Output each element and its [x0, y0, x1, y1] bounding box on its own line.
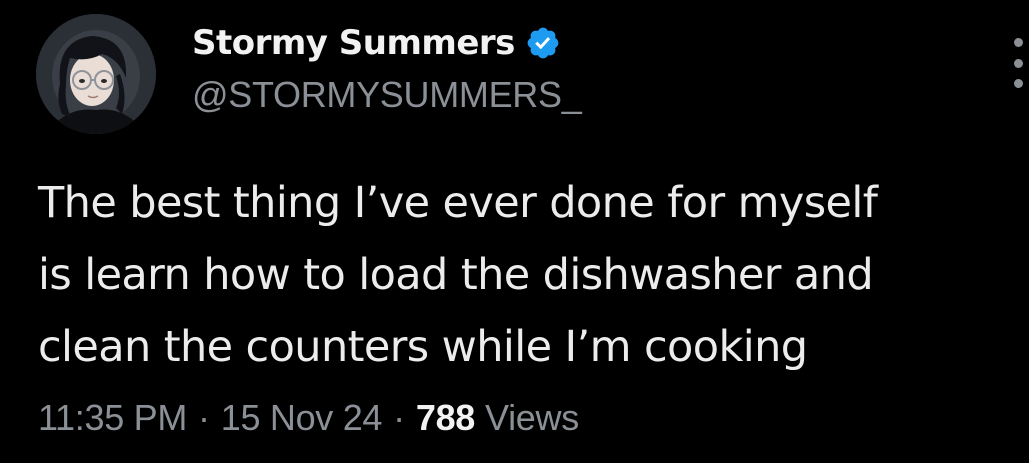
author-display-name[interactable]: Stormy Summers — [192, 23, 515, 63]
verified-badge-icon — [525, 25, 561, 61]
avatar[interactable] — [36, 14, 156, 134]
author-name-row: Stormy Summers — [192, 20, 561, 66]
tweet-meta-row: 11:35 PM · 15 Nov 24 · 788 Views — [38, 393, 579, 443]
dot — [1013, 79, 1023, 88]
dot — [1013, 58, 1023, 68]
tweet-text-line: is learn how to load the dishwasher and — [38, 250, 874, 300]
author-handle[interactable]: @STORMYSUMMERS_ — [192, 74, 582, 116]
tweet-date[interactable]: 15 Nov 24 — [221, 397, 383, 439]
tweet-text-line: clean the counters while I’m cooking — [38, 322, 808, 372]
tweet-card: Stormy Summers @STORMYSUMMERS_ The best … — [0, 0, 1029, 463]
views-count: 788 — [415, 397, 476, 438]
tweet-text: The best thing I’ve ever done for myself… — [38, 167, 1023, 383]
tweet-text-line: The best thing I’ve ever done for myself — [38, 178, 878, 228]
more-options-icon[interactable] — [1008, 38, 1028, 88]
tweet-time[interactable]: 11:35 PM — [38, 397, 187, 439]
dot — [1013, 38, 1023, 47]
separator: · — [198, 397, 210, 438]
avatar-image — [36, 14, 156, 134]
views-label: Views — [485, 397, 579, 438]
separator: · — [393, 397, 405, 438]
